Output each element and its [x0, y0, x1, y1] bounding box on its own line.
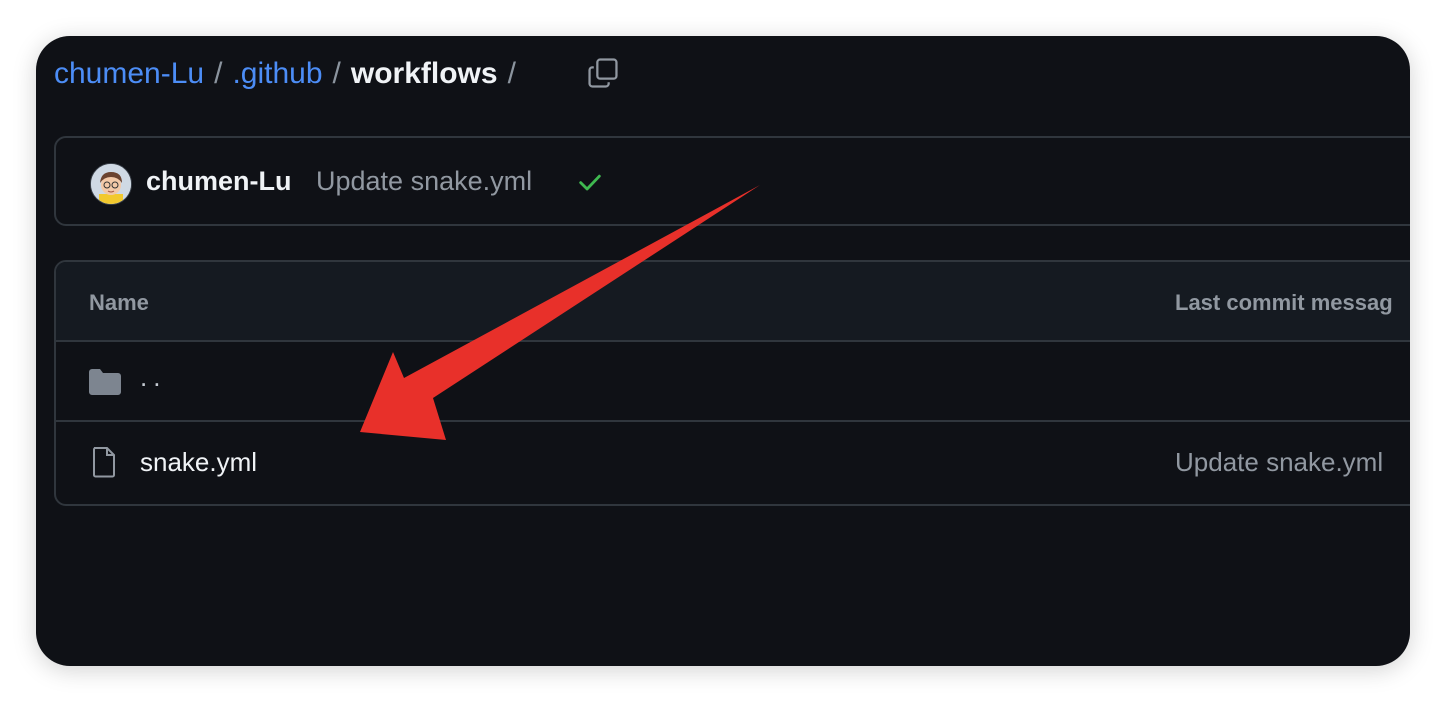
- file-icon: [93, 447, 115, 478]
- commit-author-link[interactable]: chumen-Lu: [146, 166, 292, 197]
- table-header: Name Last commit messag: [56, 262, 1410, 342]
- avatar[interactable]: [90, 163, 132, 205]
- breadcrumb-github-link[interactable]: .github: [232, 57, 322, 91]
- table-row-file[interactable]: snake.yml Update snake.yml: [56, 422, 1410, 502]
- breadcrumb: chumen-Lu / .github / workflows /: [54, 52, 526, 96]
- file-table: Name Last commit messag .. snake.yml Upd…: [54, 260, 1410, 506]
- breadcrumb-owner-link[interactable]: chumen-Lu: [54, 57, 204, 91]
- copy-icon: [588, 58, 618, 88]
- folder-icon: [89, 369, 121, 395]
- file-last-commit-link[interactable]: Update snake.yml: [1175, 447, 1383, 478]
- breadcrumb-current-folder: workflows: [350, 57, 498, 90]
- column-header-last-commit: Last commit messag: [1175, 290, 1393, 315]
- parent-directory-link[interactable]: ..: [140, 362, 166, 393]
- file-name-link[interactable]: snake.yml: [140, 447, 257, 478]
- breadcrumb-separator: /: [507, 57, 516, 90]
- column-header-name: Name: [89, 290, 149, 315]
- table-row-parent-directory[interactable]: ..: [56, 342, 1410, 422]
- latest-commit-bar: chumen-Lu Update snake.yml: [54, 136, 1410, 226]
- check-icon[interactable]: [576, 168, 604, 196]
- commit-message-link[interactable]: Update snake.yml: [316, 166, 532, 197]
- breadcrumb-separator: /: [214, 57, 223, 90]
- repo-window: chumen-Lu / .github / workflows / chumen…: [36, 36, 1410, 666]
- avatar-image: [91, 164, 131, 204]
- breadcrumb-separator: /: [332, 57, 341, 90]
- copy-path-button[interactable]: [584, 54, 622, 92]
